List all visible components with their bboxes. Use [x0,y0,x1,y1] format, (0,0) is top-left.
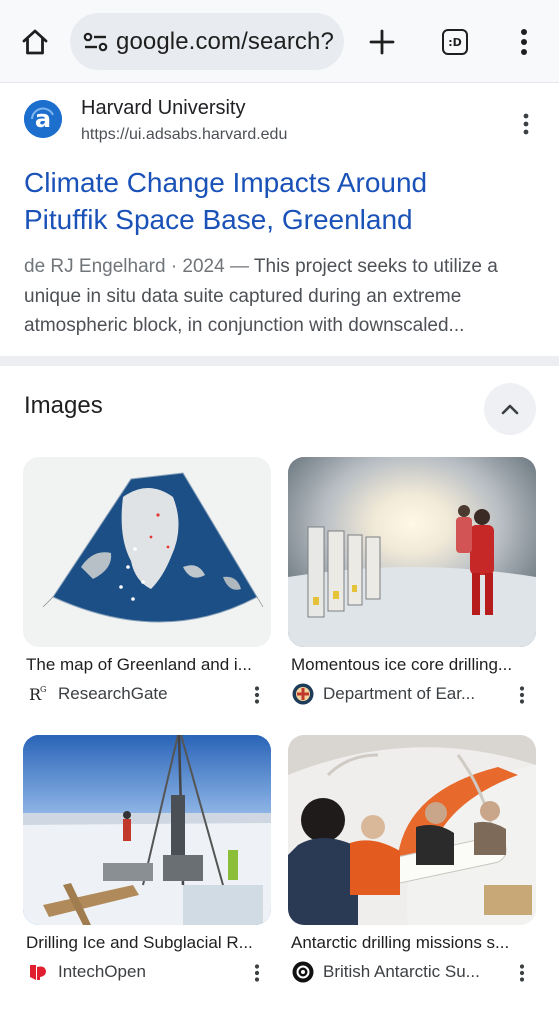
plus-icon [369,29,395,55]
image-card-title: Drilling Ice and Subglacial R... [26,933,253,952]
bas-icon [292,961,314,983]
new-tab-button[interactable] [362,22,402,62]
image-card-more-button[interactable] [245,682,269,708]
more-vert-icon [523,113,529,135]
browser-menu-button[interactable] [504,22,544,62]
image-card-source: IntechOpen [58,962,146,981]
svg-text:G: G [40,685,46,694]
more-vert-icon [254,964,260,982]
home-button[interactable] [14,22,56,62]
browser-toolbar: google.com/search? :D [0,0,559,83]
image-card-title: Antarctic drilling missions s... [291,933,510,952]
url-text: google.com/search? [116,27,334,55]
address-bar[interactable]: google.com/search? [70,13,344,70]
snippet-meta: de RJ Engelhard · 2024 — [24,256,254,277]
result-snippet: de RJ Engelhard · 2024 — This project se… [24,252,539,341]
researchgate-icon: R G [27,683,49,705]
image-card-more-button[interactable] [510,682,534,708]
section-divider [0,356,559,366]
tab-switcher-button[interactable]: :D [434,22,476,62]
image-thumbnail-ice-tunnel[interactable] [288,457,536,647]
chevron-up-icon [501,404,519,415]
result-title-line2: Pituffik Space Base, Greenland [24,204,413,235]
image-card-more-button[interactable] [245,960,269,986]
tab-switcher-icon: :D [442,29,468,55]
image-card-title: Momentous ice core drilling... [291,655,513,674]
result-more-button[interactable] [512,110,540,138]
result-site-name[interactable]: Harvard University [81,97,245,120]
university-crest-icon [292,683,314,705]
svg-text:a: a [35,105,51,133]
image-thumbnail-drilling-tent[interactable] [288,735,536,925]
site-info-button[interactable] [80,26,112,58]
home-icon [22,29,48,55]
images-heading: Images [24,392,103,419]
more-vert-icon [521,29,527,55]
image-card-source: British Antarctic Su... [323,962,480,981]
result-site-url[interactable]: https://ui.adsabs.harvard.edu [81,126,287,144]
site-favicon[interactable]: a [24,100,62,138]
tune-icon [83,32,108,51]
more-vert-icon [519,964,525,982]
image-card-title: The map of Greenland and i... [26,655,252,674]
intechopen-icon [27,961,49,983]
image-thumbnail-drilling-rig[interactable] [23,735,271,925]
image-card-source: ResearchGate [58,684,168,703]
result-title-line1: Climate Change Impacts Around [24,167,428,198]
more-vert-icon [519,686,525,704]
collapse-images-button[interactable] [484,383,536,435]
more-vert-icon [254,686,260,704]
image-thumbnail-greenland-map[interactable] [23,457,271,647]
ads-logo-icon: a [24,100,62,138]
image-card-more-button[interactable] [510,960,534,986]
result-title-link[interactable]: Climate Change Impacts Around Pituffik S… [24,164,544,238]
image-card-source: Department of Ear... [323,684,476,703]
